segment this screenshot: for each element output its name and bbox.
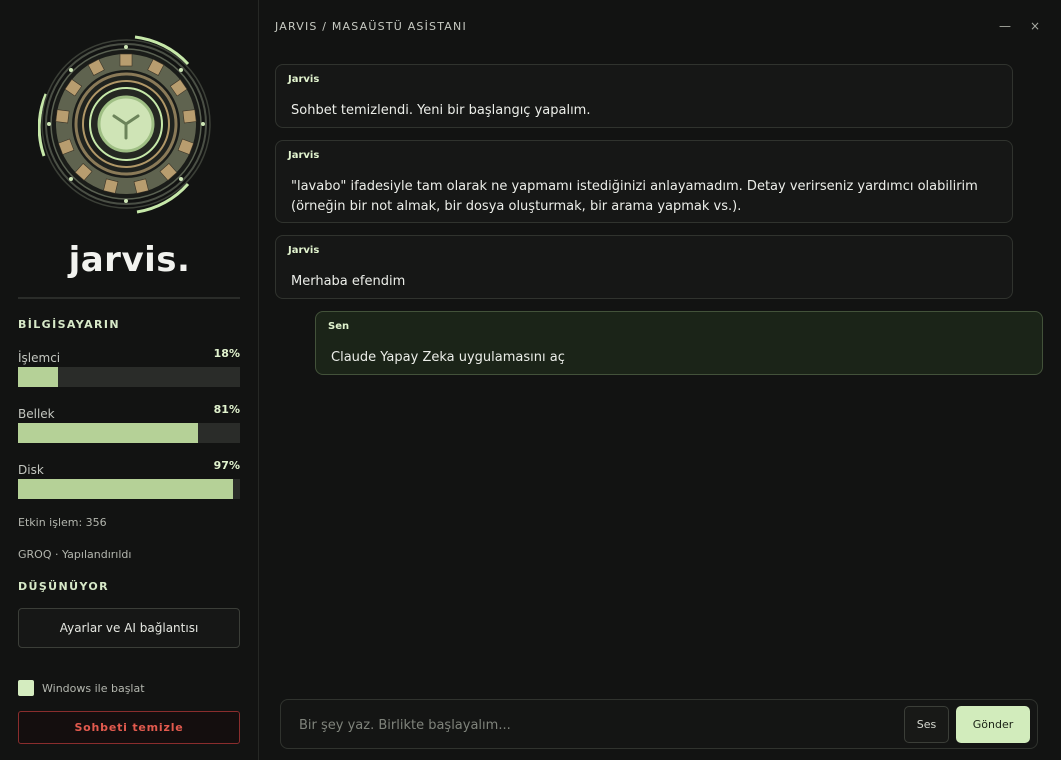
metric-value: 18% xyxy=(213,347,240,360)
message-text: "lavabo" ifadesiyle tam olarak ne yapmam… xyxy=(291,179,978,214)
active-processes: Etkin işlem: 356 xyxy=(18,516,107,529)
progress-bar xyxy=(18,423,240,443)
sidebar-divider xyxy=(18,297,240,299)
provider-status: GROQ · Yapılandırıldı xyxy=(18,548,132,561)
message-assistant: Jarvis "lavabo" ifadesiyle tam olarak ne… xyxy=(275,140,1013,223)
metric-label: Disk xyxy=(18,463,44,477)
message-text: Claude Yapay Zeka uygulamasını aç xyxy=(331,350,565,365)
system-section-title: BİLGİSAYARIN xyxy=(18,318,120,331)
assistant-state: DÜŞÜNÜYOR xyxy=(18,580,110,593)
metric-cpu: İşlemci 18% xyxy=(18,347,240,387)
startup-label: Windows ile başlat xyxy=(42,681,145,695)
minimize-icon[interactable]: — xyxy=(994,16,1016,36)
metric-value: 81% xyxy=(213,403,240,416)
message-assistant: Jarvis Merhaba efendim xyxy=(275,235,1013,299)
progress-fill xyxy=(18,367,58,387)
clear-chat-button[interactable]: Sohbeti temizle xyxy=(18,711,240,744)
message-input[interactable] xyxy=(299,714,879,736)
message-text: Merhaba efendim xyxy=(291,274,406,289)
message-author: Jarvis xyxy=(288,245,320,256)
close-icon[interactable]: × xyxy=(1024,16,1046,36)
sidebar: jarvis. BİLGİSAYARIN İşlemci 18% Bellek … xyxy=(0,0,259,760)
breadcrumb: JARVIS / MASAÜSTÜ ASİSTANI xyxy=(275,20,467,33)
progress-fill xyxy=(18,479,234,499)
settings-button[interactable]: Ayarlar ve AI bağlantısı xyxy=(18,608,240,648)
progress-bar xyxy=(18,367,240,387)
startup-checkbox[interactable] xyxy=(18,680,34,696)
metric-label: İşlemci xyxy=(18,351,61,365)
metric-label: Bellek xyxy=(18,407,55,421)
message-text: Sohbet temizlendi. Yeni bir başlangıç ya… xyxy=(291,103,591,118)
send-button[interactable]: Gönder xyxy=(956,706,1030,743)
message-author: Jarvis xyxy=(288,150,320,161)
arc-reactor-icon xyxy=(38,35,211,214)
message-author: Jarvis xyxy=(288,74,320,85)
title-bar: JARVIS / MASAÜSTÜ ASİSTANI — × xyxy=(260,0,1061,52)
metric-memory: Bellek 81% xyxy=(18,403,240,443)
message-user: Sen Claude Yapay Zeka uygulamasını aç xyxy=(315,311,1043,375)
startup-toggle[interactable]: Windows ile başlat xyxy=(18,680,145,696)
metric-disk: Disk 97% xyxy=(18,459,240,499)
message-author: Sen xyxy=(328,321,350,332)
chat-panel: JARVIS / MASAÜSTÜ ASİSTANI — × Jarvis So… xyxy=(260,0,1061,760)
progress-bar xyxy=(18,479,240,499)
metric-value: 97% xyxy=(213,459,240,472)
message-assistant: Jarvis Sohbet temizlendi. Yeni bir başla… xyxy=(275,64,1013,128)
composer: Ses Gönder xyxy=(280,699,1038,749)
app-brand: jarvis. xyxy=(68,240,191,280)
progress-fill xyxy=(18,423,198,443)
voice-button[interactable]: Ses xyxy=(904,706,949,743)
